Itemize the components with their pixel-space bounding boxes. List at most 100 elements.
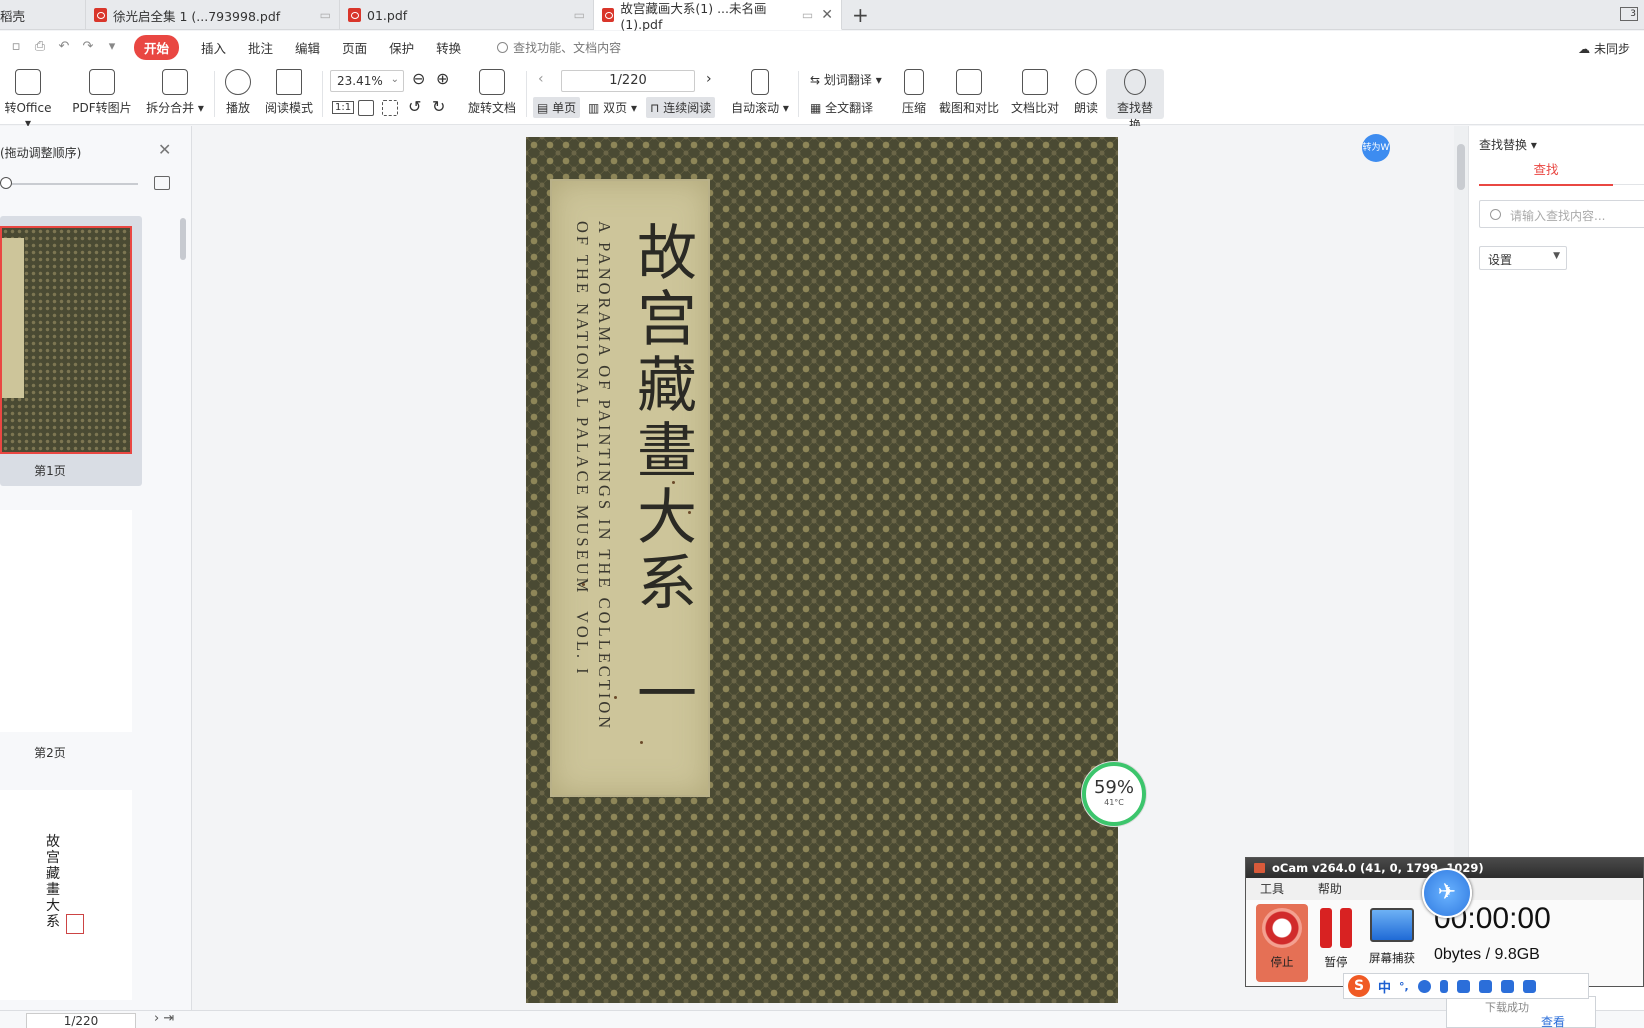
compress-button[interactable]: 压缩 bbox=[898, 69, 930, 116]
double-page-button[interactable]: ▥ 双页 ▾ bbox=[588, 99, 637, 116]
convert-word-badge[interactable]: 转为W bbox=[1362, 134, 1390, 162]
fit-page-icon[interactable] bbox=[358, 100, 374, 116]
rotate-doc-button[interactable]: 旋转文档 bbox=[466, 69, 518, 116]
ocam-menu-tools[interactable]: 工具 bbox=[1260, 882, 1284, 896]
pdf-to-image-button[interactable]: PDF转图片 bbox=[70, 69, 134, 116]
read-mode-button[interactable]: 阅读模式 bbox=[264, 69, 314, 116]
ocam-screen-capture-button[interactable]: 屏幕捕获 bbox=[1362, 904, 1422, 966]
continuous-read-button[interactable]: ⊓ 连续阅读 bbox=[646, 97, 716, 118]
undo-icon[interactable]: ↶ bbox=[56, 39, 72, 55]
save-icon[interactable]: ▫ bbox=[8, 39, 24, 55]
chevron-down-icon[interactable]: ⌄ bbox=[391, 74, 399, 85]
zoom-input[interactable]: 23.41% ⌄ bbox=[330, 70, 404, 92]
ocam-stop-button[interactable]: 停止 bbox=[1256, 904, 1308, 982]
rotate-left-icon[interactable]: ↺ bbox=[408, 97, 421, 116]
actual-size-icon[interactable]: 1:1 bbox=[332, 101, 355, 114]
status-page-input[interactable]: 1/220 bbox=[26, 1013, 136, 1028]
settings-dropdown[interactable]: 设置 ▼ bbox=[1479, 246, 1567, 270]
compress-icon bbox=[904, 69, 924, 95]
print-icon[interactable]: ⎙ bbox=[32, 39, 48, 55]
function-search[interactable]: 查找功能、文档内容 bbox=[497, 39, 621, 56]
thumbnail-size-slider[interactable] bbox=[6, 183, 138, 185]
find-replace-panel-title[interactable]: 查找替换 ▾ bbox=[1479, 136, 1537, 153]
play-button[interactable]: 播放 bbox=[222, 69, 254, 116]
read-aloud-button[interactable]: 朗读 bbox=[1072, 69, 1100, 116]
pdf-to-image-label: PDF转图片 bbox=[72, 101, 132, 115]
keyboard-icon[interactable] bbox=[1456, 979, 1470, 993]
pin-icon[interactable]: ▭ bbox=[574, 8, 585, 22]
fit-width-icon[interactable] bbox=[382, 100, 398, 116]
tab-xuguangqi[interactable]: 徐光启全集 1 (...793998.pdf ▭ bbox=[86, 0, 340, 30]
split-merge-button[interactable]: 拆分合并 ▾ bbox=[144, 69, 206, 116]
full-translate-label: 全文翻译 bbox=[825, 101, 874, 115]
prev-page-icon[interactable]: ‹ bbox=[538, 71, 544, 87]
thumbnail-page-2[interactable]: 第2页 bbox=[0, 498, 142, 768]
page-number-input[interactable]: 1/220 bbox=[561, 70, 695, 92]
full-translate-button[interactable]: ▦ 全文翻译 bbox=[810, 99, 873, 116]
chevron-down-icon: ▼ bbox=[1553, 251, 1560, 261]
pin-icon[interactable]: ▭ bbox=[320, 8, 331, 22]
search-icon bbox=[1124, 69, 1146, 95]
ime-punct[interactable]: °, bbox=[1399, 980, 1409, 993]
sogou-logo-icon[interactable]: S bbox=[1348, 975, 1370, 997]
user-icon[interactable] bbox=[1478, 979, 1492, 993]
next-page-icon[interactable]: › bbox=[706, 71, 712, 87]
word-translate-button[interactable]: ⇆ 划词翻译 ▾ bbox=[810, 71, 882, 88]
image-icon[interactable] bbox=[154, 176, 170, 190]
find-search-input[interactable]: 请输入查找内容... bbox=[1479, 200, 1644, 228]
single-page-button[interactable]: ▤ 单页 bbox=[533, 97, 581, 118]
status-nav-icons[interactable]: › ⇥ bbox=[154, 1011, 174, 1026]
performance-widget[interactable]: 59% 41°C bbox=[1082, 762, 1146, 826]
new-tab-button[interactable]: + bbox=[852, 3, 869, 27]
rotate-right-icon[interactable]: ↻ bbox=[432, 97, 445, 116]
close-icon[interactable]: ✕ bbox=[158, 140, 171, 159]
sync-status[interactable]: ☁ 未同步 bbox=[1578, 40, 1630, 57]
bird-float-icon[interactable]: ✈ bbox=[1422, 868, 1472, 918]
pin-icon[interactable]: ▭ bbox=[802, 8, 813, 22]
zoom-in-icon[interactable]: ⊕ bbox=[436, 69, 449, 88]
menu-convert[interactable]: 转换 bbox=[436, 38, 461, 57]
menu-insert[interactable]: 插入 bbox=[201, 38, 226, 57]
slider-knob[interactable] bbox=[0, 177, 12, 189]
to-office-button[interactable]: 转Office ▾ bbox=[0, 69, 56, 130]
window-count-icon[interactable]: 3 bbox=[1620, 7, 1638, 21]
quick-access-dropdown-icon[interactable]: ▾ bbox=[104, 39, 120, 55]
ocam-bytes: 0bytes / 9.8GB bbox=[1434, 946, 1540, 963]
scrollbar-thumb[interactable] bbox=[1457, 144, 1465, 190]
thumbnail-scrollbar[interactable] bbox=[180, 218, 186, 260]
redo-icon[interactable]: ↷ bbox=[80, 39, 96, 55]
tab-gugong[interactable]: 故宫藏画大系(1) ...未名画(1).pdf ▭ ✕ bbox=[594, 0, 842, 32]
paper-speck bbox=[688, 511, 691, 514]
ocam-pause-button[interactable]: 暂停 bbox=[1314, 904, 1358, 970]
zoom-out-icon[interactable]: ⊖ bbox=[412, 69, 425, 88]
grid-icon[interactable] bbox=[1522, 979, 1536, 993]
skin-icon[interactable] bbox=[1500, 979, 1514, 993]
find-replace-button[interactable]: 查找替换 bbox=[1106, 69, 1164, 132]
pdf-icon bbox=[348, 8, 361, 22]
menu-edit[interactable]: 编辑 bbox=[295, 38, 320, 57]
menu-page[interactable]: 页面 bbox=[342, 38, 367, 57]
doc-compare-button[interactable]: 文档比对 bbox=[1010, 69, 1060, 116]
settings-label: 设置 bbox=[1488, 253, 1513, 267]
close-icon[interactable]: ✕ bbox=[821, 7, 833, 23]
cover-volume-chinese: 一 bbox=[637, 660, 697, 730]
rotate-doc-label: 旋转文档 bbox=[467, 101, 516, 115]
thumbnail-page-1[interactable]: 第1页 bbox=[0, 216, 142, 486]
thumbnail-panel-title: (拖动调整顺序) bbox=[0, 146, 82, 160]
ime-mode[interactable]: 中 bbox=[1378, 977, 1391, 996]
screenshot-compare-button[interactable]: 截图和对比 bbox=[938, 69, 1000, 116]
menu-protect[interactable]: 保护 bbox=[389, 38, 414, 57]
emoji-icon[interactable] bbox=[1417, 979, 1431, 993]
page-number-value: 1/220 bbox=[609, 73, 647, 88]
auto-scroll-button[interactable]: 自动滚动 ▾ bbox=[730, 69, 790, 116]
tab-find[interactable]: 查找 bbox=[1479, 160, 1613, 186]
menu-annotate[interactable]: 批注 bbox=[248, 38, 273, 57]
thumbnail-page-3[interactable]: 故宫藏畫大系 bbox=[0, 780, 142, 1010]
menu-row: ▫ ⎙ ↶ ↷ ▾ 开始 插入 批注 编辑 页面 保护 转换 查找功能、文档内容… bbox=[0, 31, 1644, 63]
tab-01pdf[interactable]: 01.pdf ▭ bbox=[340, 0, 594, 30]
menu-start[interactable]: 开始 bbox=[134, 34, 180, 60]
ocam-menu-help[interactable]: 帮助 bbox=[1318, 882, 1342, 896]
mic-icon[interactable] bbox=[1439, 979, 1448, 993]
tab-daoke[interactable]: 稻壳 bbox=[0, 0, 86, 30]
toast-view-link[interactable]: 查看 bbox=[1541, 1013, 1565, 1028]
